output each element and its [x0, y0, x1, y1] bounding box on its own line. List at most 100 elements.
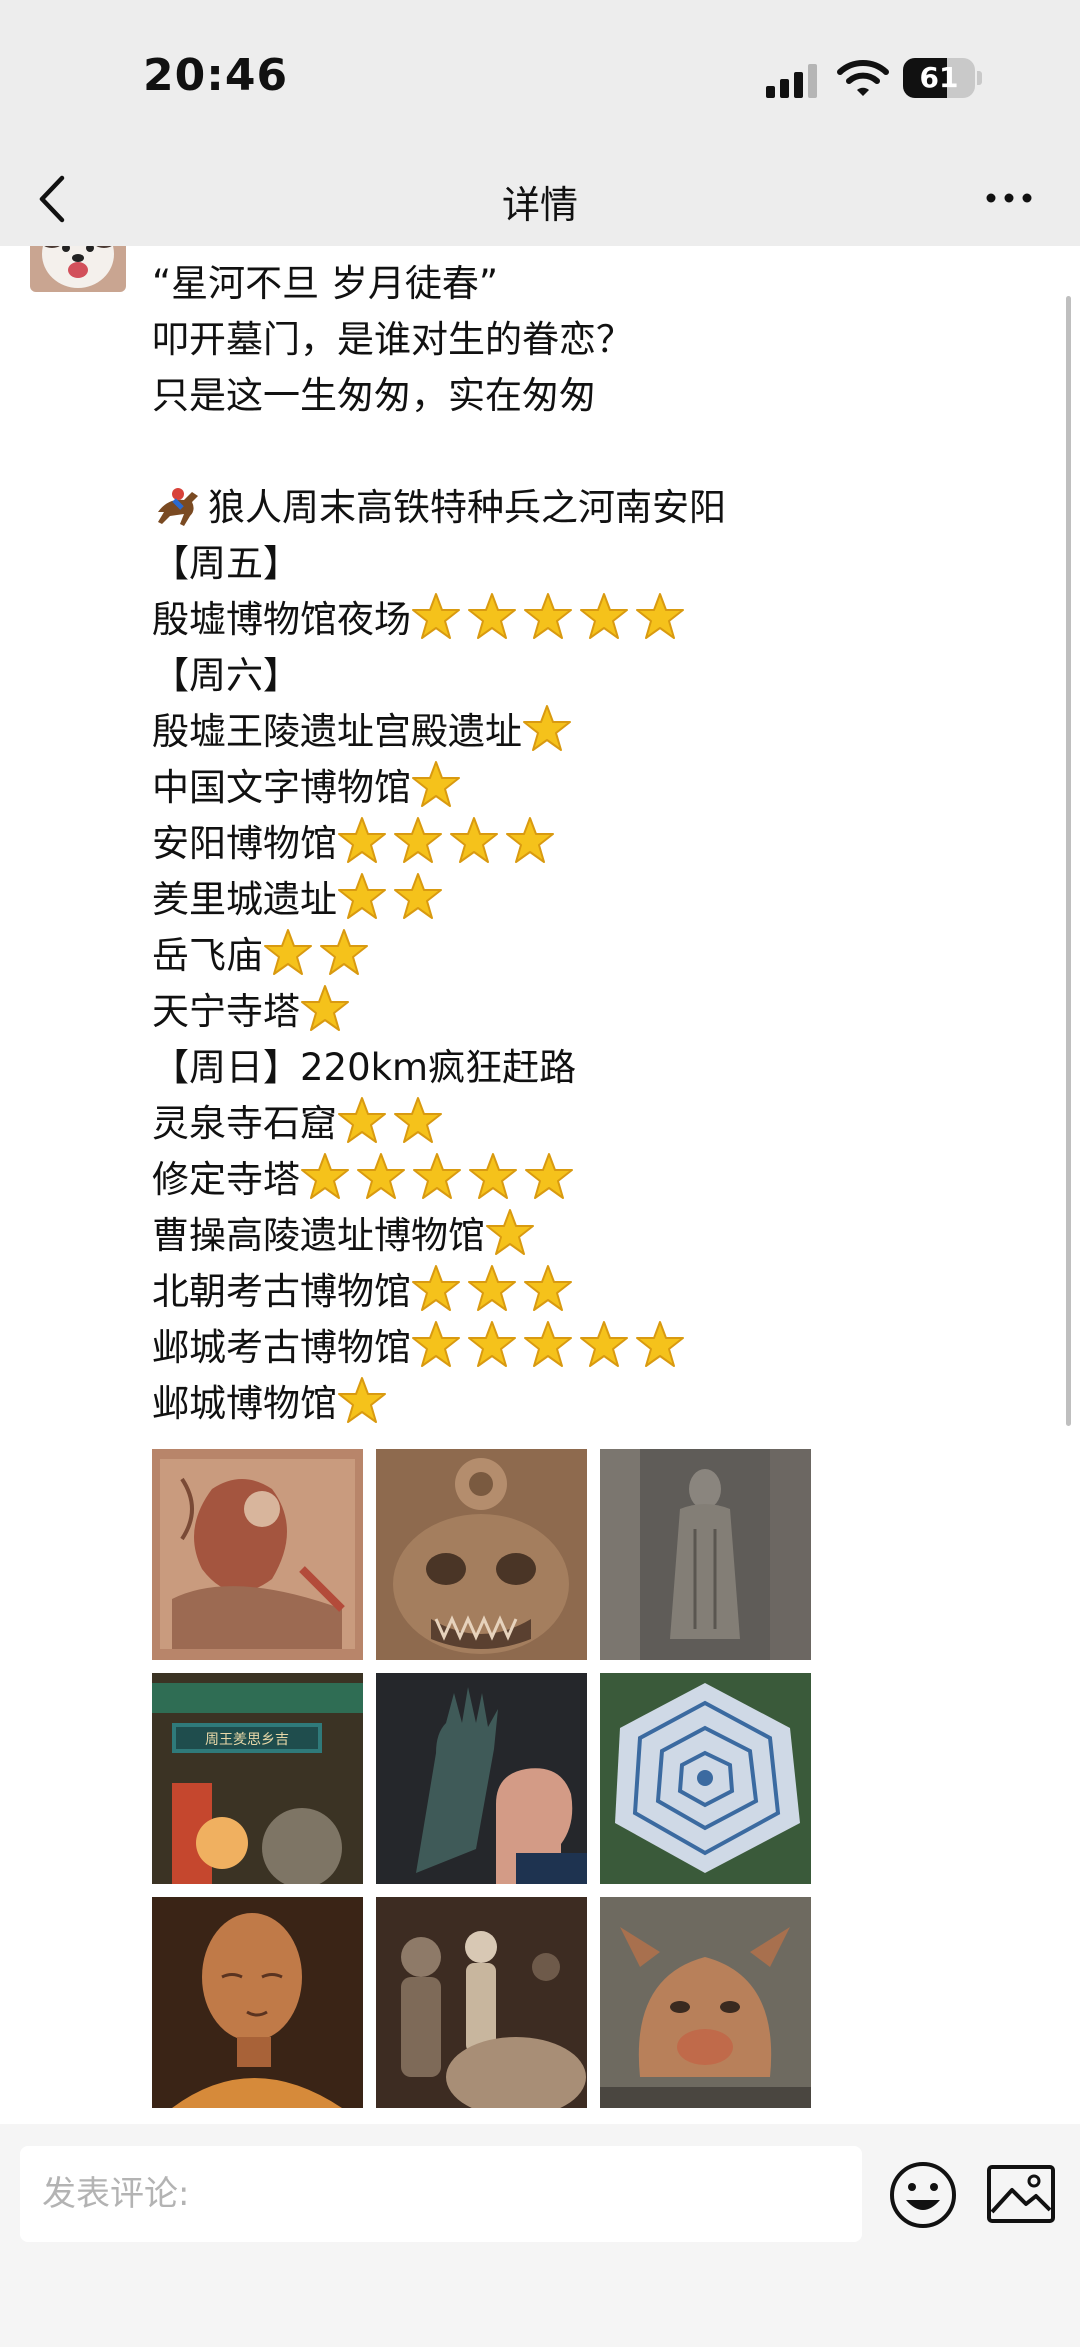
status-time: 20:46	[143, 50, 289, 101]
post-line-text: 羑里城遗址	[152, 878, 337, 921]
post-line: 修定寺塔	[152, 1152, 1032, 1208]
maze-aerial-photo[interactable]	[600, 1673, 811, 1884]
scrollbar[interactable]	[1066, 296, 1071, 1426]
star-icon	[485, 1208, 535, 1256]
post-content: “星河不旦 岁月徒春” 叩开墓门，是谁对生的眷恋？ 只是这一生匆匆，实在匆匆狼人周末…	[0, 246, 1080, 2124]
star-icon	[337, 1376, 387, 1424]
post-line: 羑里城遗址	[152, 872, 1032, 928]
battery-indicator: 61	[903, 58, 982, 98]
post-line: 殷墟王陵遗址宫殿遗址	[152, 704, 1032, 760]
post-line: 安阳博物馆	[152, 816, 1032, 872]
post-line: 叩开墓门，是谁对生的眷恋？	[152, 312, 1032, 368]
star-icon	[579, 592, 629, 640]
star-icon	[522, 704, 572, 752]
star-icon	[523, 1264, 573, 1312]
star-icon	[356, 1152, 406, 1200]
post-line-text: 【周六】	[152, 654, 300, 697]
post-line: 岳飞庙	[152, 928, 1032, 984]
svg-text:周王羑思乡吉: 周王羑思乡吉	[205, 1732, 289, 1748]
post-line: 北朝考古博物馆	[152, 1264, 1032, 1320]
post-line: 狼人周末高铁特种兵之河南安阳	[152, 480, 1032, 536]
post-line-text: 安阳博物馆	[152, 822, 337, 865]
star-icon	[579, 1320, 629, 1368]
image-icon[interactable]	[986, 2164, 1056, 2224]
post-line: 殷墟博物馆夜场	[152, 592, 1032, 648]
page-title: 详情	[501, 183, 578, 227]
star-icon	[393, 816, 443, 864]
comment-bar	[0, 2124, 1080, 2347]
star-icon	[337, 1096, 387, 1144]
post-line-text: 殷墟王陵遗址宫殿遗址	[152, 710, 522, 753]
horse-racing-icon	[152, 482, 204, 528]
star-icon	[337, 872, 387, 920]
star-icon	[524, 1152, 574, 1200]
post-line: 只是这一生匆匆，实在匆匆	[152, 368, 1032, 424]
more-options-icon[interactable]	[985, 180, 1035, 216]
post-line: 【周五】	[152, 536, 1032, 592]
post-text: “星河不旦 岁月徒春” 叩开墓门，是谁对生的眷恋？ 只是这一生匆匆，实在匆匆狼人周末…	[152, 256, 1032, 1432]
post-line-text: 邺城考古博物馆	[152, 1326, 411, 1369]
star-icon	[263, 928, 313, 976]
post-line-text: 【周五】	[152, 542, 300, 585]
post-line: 灵泉寺石窟	[152, 1096, 1032, 1152]
star-icon	[635, 592, 685, 640]
beast-face-carving-photo[interactable]	[376, 1449, 587, 1660]
star-icon	[449, 816, 499, 864]
emoji-icon[interactable]	[888, 2160, 958, 2230]
post-line-text: 叩开墓门，是谁对生的眷恋？	[152, 318, 633, 361]
temple-gate-plaque-photo[interactable]: 周王羑思乡吉	[152, 1673, 363, 1884]
star-icon	[412, 1152, 462, 1200]
relief-carving-photo[interactable]	[152, 1449, 363, 1660]
pig-head-artifact-photo[interactable]	[600, 1897, 811, 2108]
nav-bar: 详情	[0, 150, 1080, 246]
avatar[interactable]	[30, 246, 126, 292]
post-line-text: 曹操高陵遗址博物馆	[152, 1214, 485, 1257]
star-icon	[505, 816, 555, 864]
star-icon	[300, 984, 350, 1032]
status-bar: 20:46 61	[0, 0, 1080, 150]
star-icon	[337, 816, 387, 864]
stone-buddha-statue-photo[interactable]	[600, 1449, 811, 1660]
star-icon	[523, 1320, 573, 1368]
post-line: 天宁寺塔	[152, 984, 1032, 1040]
star-icon	[467, 1320, 517, 1368]
post-line-text: 修定寺塔	[152, 1158, 300, 1201]
star-icon	[468, 1152, 518, 1200]
bronze-hand-and-fist-photo[interactable]	[376, 1673, 587, 1884]
star-icon	[467, 592, 517, 640]
star-icon	[411, 760, 461, 808]
cellular-signal-icon	[766, 64, 817, 98]
star-icon	[393, 872, 443, 920]
star-icon	[411, 592, 461, 640]
post-line-text: 岳飞庙	[152, 934, 263, 977]
post-line: 曹操高陵遗址博物馆	[152, 1208, 1032, 1264]
post-line: 【周六】	[152, 648, 1032, 704]
post-line: 邺城博物馆	[152, 1376, 1032, 1432]
post-line: 【周日】220km疯狂赶路	[152, 1040, 1032, 1096]
battery-level: 61	[919, 61, 959, 94]
post-line-text: 天宁寺塔	[152, 990, 300, 1033]
post-line: “星河不旦 岁月徒春”	[152, 256, 1032, 312]
post-line-text: 北朝考古博物馆	[152, 1270, 411, 1313]
post-line-text: 只是这一生匆匆，实在匆匆	[152, 374, 596, 417]
wifi-icon	[837, 60, 889, 96]
star-icon	[411, 1264, 461, 1312]
star-icon	[319, 928, 369, 976]
post-line-text: 殷墟博物馆夜场	[152, 598, 411, 641]
star-icon	[300, 1152, 350, 1200]
post-line-text: 【周日】220km疯狂赶路	[152, 1046, 577, 1089]
post-line: 邺城考古博物馆	[152, 1320, 1032, 1376]
post-line-text: 狼人周末高铁特种兵之河南安阳	[208, 486, 726, 529]
star-icon	[393, 1096, 443, 1144]
post-line-text: 邺城博物馆	[152, 1382, 337, 1425]
post-line-text: 中国文字博物馆	[152, 766, 411, 809]
post-line: 中国文字博物馆	[152, 760, 1032, 816]
star-icon	[411, 1320, 461, 1368]
battery-body: 61	[903, 58, 975, 98]
pottery-figurines-photo[interactable]	[376, 1897, 587, 2108]
post-line-text: 灵泉寺石窟	[152, 1102, 337, 1145]
clay-figurine-head-photo[interactable]	[152, 1897, 363, 2108]
comment-input[interactable]	[20, 2146, 862, 2242]
star-icon	[467, 1264, 517, 1312]
